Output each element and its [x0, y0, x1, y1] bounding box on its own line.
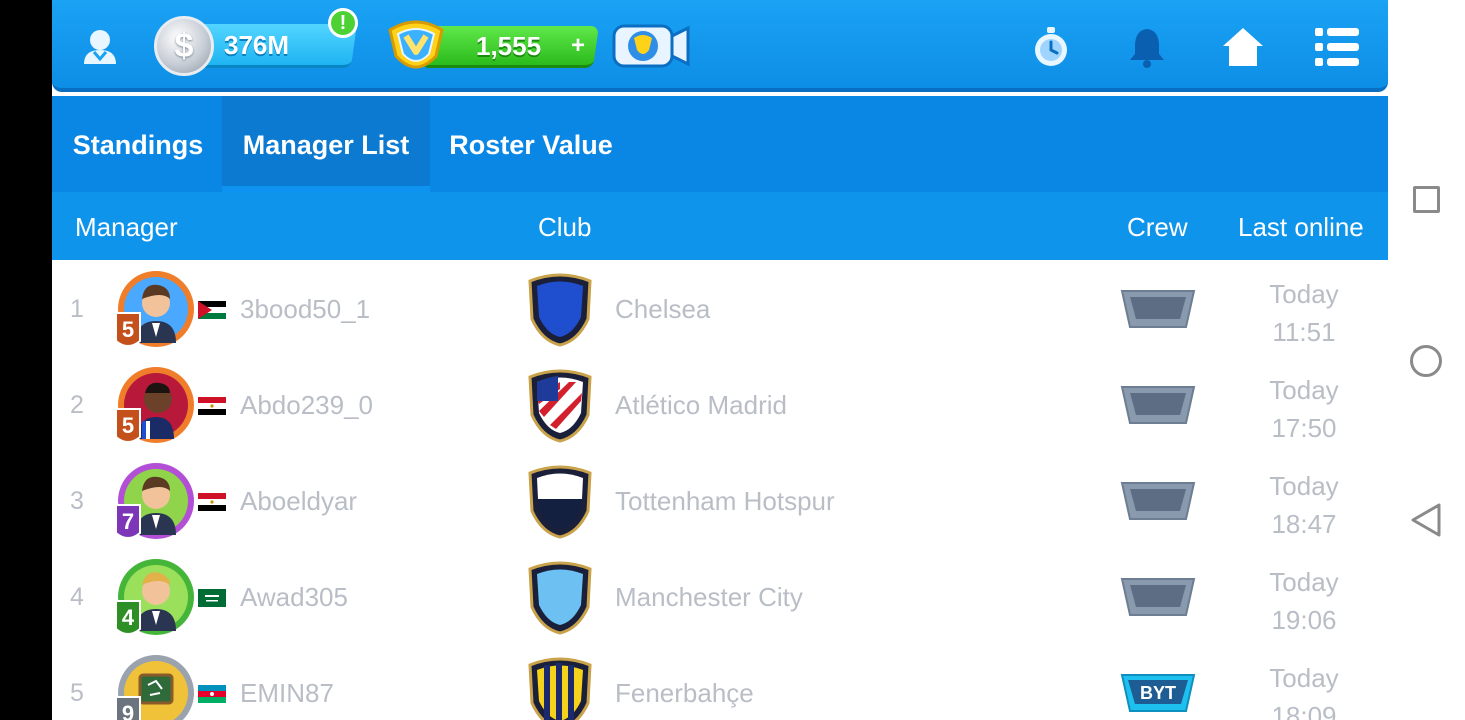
left-black-strip [0, 0, 52, 720]
last-online-time: 19:06 [1271, 605, 1337, 635]
bell-icon[interactable] [1124, 24, 1170, 70]
club-name: Tottenham Hotspur [615, 486, 835, 516]
row-rank: 5 [70, 679, 84, 707]
club-crest-icon[interactable] [524, 463, 596, 539]
stopwatch-icon[interactable] [1028, 24, 1074, 70]
last-online-time: 11:51 [1272, 317, 1336, 347]
last-online-day: Today [1269, 279, 1339, 309]
club-name: Atlético Madrid [615, 390, 787, 420]
add-gems-button[interactable]: + [564, 30, 592, 62]
crew-tag: BYT [1140, 683, 1176, 703]
back-nav-icon[interactable] [1409, 502, 1443, 538]
last-online: Today 18:09 [1248, 659, 1360, 720]
coin-icon: $ [154, 16, 214, 76]
manager-name: 3bood50_1 [240, 294, 371, 324]
crew-badge[interactable] [1118, 383, 1198, 427]
club-crest-icon[interactable] [524, 559, 596, 635]
circle-nav-icon[interactable] [1410, 345, 1442, 377]
row-rank: 2 [70, 391, 84, 419]
flag-icon [198, 493, 226, 511]
profile-icon[interactable] [80, 26, 120, 66]
manager-name: EMIN87 [240, 678, 334, 708]
flag-icon [198, 589, 226, 607]
coin-balance: 376M [224, 30, 290, 60]
square-nav-icon[interactable] [1413, 186, 1440, 213]
club-name: Fenerbahçe [615, 678, 754, 708]
gem-icon [388, 20, 444, 69]
manager-name: Aboeldyar [240, 486, 358, 516]
manager-name: Awad305 [240, 582, 348, 612]
manager-avatar[interactable]: 4 [112, 555, 196, 639]
column-header-crew[interactable]: Crew [1127, 212, 1188, 243]
home-icon[interactable] [1220, 24, 1266, 70]
manager-avatar[interactable]: 5 [112, 267, 196, 351]
crew-badge[interactable] [1118, 287, 1198, 331]
manager-avatar[interactable]: 5 [112, 363, 196, 447]
menu-icon[interactable] [1314, 24, 1360, 70]
tab-standings[interactable]: Standings [60, 96, 216, 192]
manager-level: 5 [122, 317, 134, 342]
last-online: Today 17:50 [1248, 371, 1360, 447]
manager-level: 7 [122, 509, 134, 534]
column-header-last-online[interactable]: Last online [1238, 212, 1364, 243]
last-online-day: Today [1269, 663, 1339, 693]
last-online: Today 19:06 [1248, 563, 1360, 639]
club-crest-icon[interactable] [524, 655, 596, 720]
column-header-manager[interactable]: Manager [75, 212, 178, 243]
app-window: $ 376M ! 1,555 + Standings Manager List … [52, 0, 1388, 720]
last-online: Today 11:51 [1248, 275, 1360, 351]
club-crest-icon[interactable] [524, 367, 596, 443]
last-online-day: Today [1269, 567, 1339, 597]
tab-manager-list[interactable]: Manager List [222, 96, 430, 192]
last-online-time: 18:09 [1271, 701, 1337, 720]
last-online-day: Today [1269, 471, 1339, 501]
crew-badge[interactable] [1118, 479, 1198, 523]
table-row[interactable]: 1 5 3bood50_1 Chelsea Today 11:51 [52, 261, 1388, 357]
last-online-day: Today [1269, 375, 1339, 405]
club-name: Chelsea [615, 294, 711, 324]
row-rank: 3 [70, 487, 84, 515]
last-online: Today 18:47 [1248, 467, 1360, 543]
video-icon[interactable] [612, 20, 692, 72]
tab-bar: Standings Manager List Roster Value [52, 96, 1388, 192]
crew-badge[interactable]: BYT [1118, 671, 1198, 715]
manager-level: 9 [122, 701, 134, 720]
screen: $ 376M ! 1,555 + Standings Manager List … [0, 0, 1465, 720]
last-online-time: 17:50 [1271, 413, 1337, 443]
table-row[interactable]: 5 9 EMIN87 Fenerbahçe BYT Today 18:09 [52, 645, 1388, 720]
club-crest-icon[interactable] [524, 271, 596, 347]
manager-level: 5 [122, 413, 134, 438]
flag-icon [198, 397, 226, 415]
last-online-time: 18:47 [1271, 509, 1337, 539]
gem-balance: 1,555 [476, 31, 542, 61]
table-row[interactable]: 4 4 Awad305 Manchester City Today 19:06 [52, 549, 1388, 645]
table-row[interactable]: 2 5 Abdo239_0 Atlético Madrid Today 17:5… [52, 357, 1388, 453]
row-rank: 1 [70, 295, 84, 323]
top-bar: $ 376M ! 1,555 + [52, 0, 1388, 92]
flag-icon [198, 301, 226, 319]
club-name: Manchester City [615, 582, 803, 612]
flag-icon [198, 685, 226, 703]
table-row[interactable]: 3 7 Aboeldyar Tottenham Hotspur Today 18… [52, 453, 1388, 549]
tab-roster-value[interactable]: Roster Value [436, 96, 626, 192]
column-header-club[interactable]: Club [538, 212, 591, 243]
crew-badge[interactable] [1118, 575, 1198, 619]
coin-alert-badge[interactable]: ! [328, 8, 358, 38]
table-header: Manager Club Crew Last online [52, 192, 1388, 260]
manager-avatar[interactable]: 9 [112, 651, 196, 720]
manager-level: 4 [122, 605, 135, 630]
manager-avatar[interactable]: 7 [112, 459, 196, 543]
row-rank: 4 [70, 583, 84, 611]
manager-name: Abdo239_0 [240, 390, 374, 420]
